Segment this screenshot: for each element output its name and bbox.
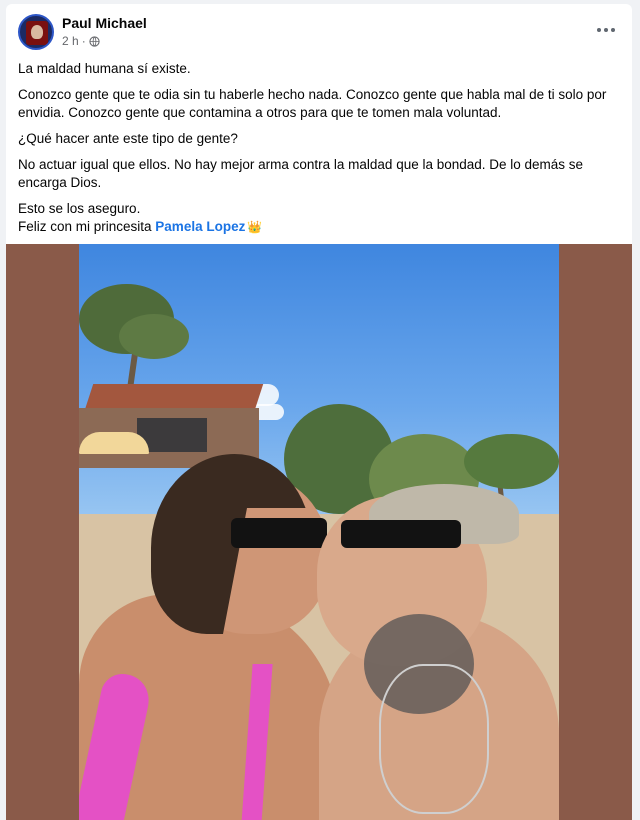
palm-foliage — [464, 434, 559, 489]
more-options-icon[interactable] — [594, 20, 618, 40]
woman-sunglasses — [231, 518, 327, 548]
post-header: Paul Michael 2 h · — [6, 4, 632, 56]
paragraph: ¿Qué hacer ante este tipo de gente? — [18, 131, 238, 146]
post-photo[interactable] — [79, 244, 559, 820]
avatar[interactable] — [18, 14, 54, 50]
tagged-person-link[interactable]: Pamela Lopez — [155, 219, 245, 234]
crown-emoji: 👑 — [247, 220, 263, 234]
beach-umbrella — [79, 432, 149, 454]
author-name[interactable]: Paul Michael — [62, 15, 147, 31]
avatar-face — [31, 25, 43, 39]
post-text: La maldad humana sí existe. Conozco gent… — [18, 60, 622, 236]
more-dot — [604, 28, 608, 32]
house-roof — [84, 384, 264, 410]
more-dot — [597, 28, 601, 32]
paragraph: No actuar igual que ellos. No hay mejor … — [18, 157, 584, 190]
closing-line: Esto se los aseguro. — [18, 201, 141, 216]
tag-line: Feliz con mi princesita Pamela Lopez 👑 — [18, 218, 622, 236]
post-media[interactable] — [6, 244, 632, 820]
palm-foliage — [119, 314, 189, 359]
man-sunglasses — [341, 520, 461, 548]
globe-icon[interactable] — [89, 35, 100, 47]
meta-separator: · — [81, 34, 86, 48]
tag-line-prefix: Feliz con mi princesita — [18, 219, 156, 234]
necklace — [379, 664, 489, 814]
paragraph: La maldad humana sí existe. — [18, 61, 191, 76]
post-time[interactable]: 2 h — [62, 34, 79, 48]
post-card: Paul Michael 2 h · La maldad humana sí e… — [6, 4, 632, 820]
paragraph: Conozco gente que te odia sin tu haberle… — [18, 87, 607, 120]
post-meta: 2 h · — [62, 34, 100, 48]
more-dot — [611, 28, 615, 32]
